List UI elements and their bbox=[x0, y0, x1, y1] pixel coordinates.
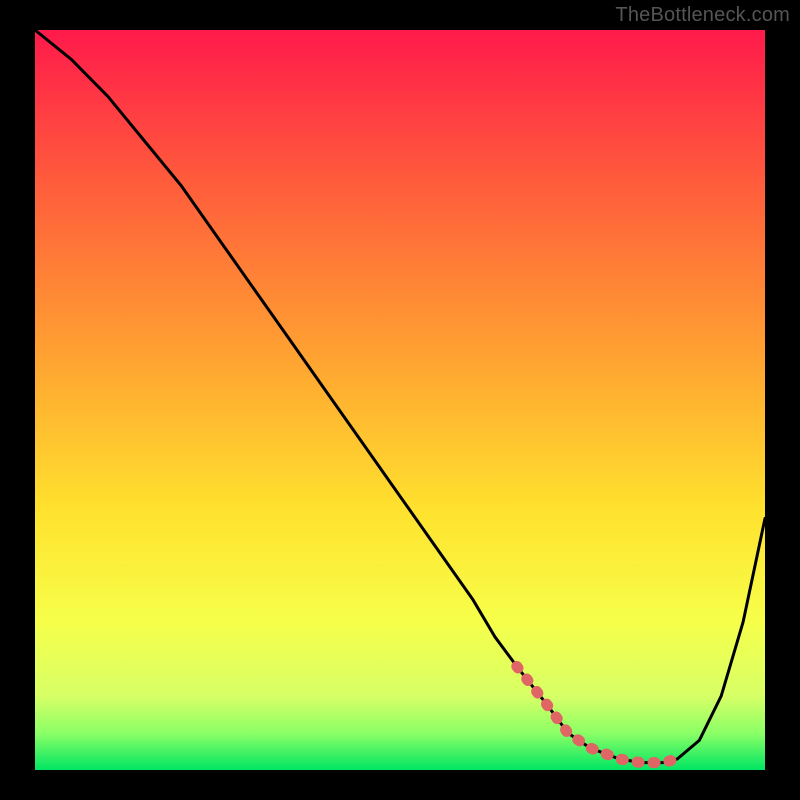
chart-frame: TheBottleneck.com bbox=[0, 0, 800, 800]
watermark-text: TheBottleneck.com bbox=[615, 4, 790, 27]
plot-area bbox=[35, 30, 765, 770]
chart-svg bbox=[35, 30, 765, 770]
